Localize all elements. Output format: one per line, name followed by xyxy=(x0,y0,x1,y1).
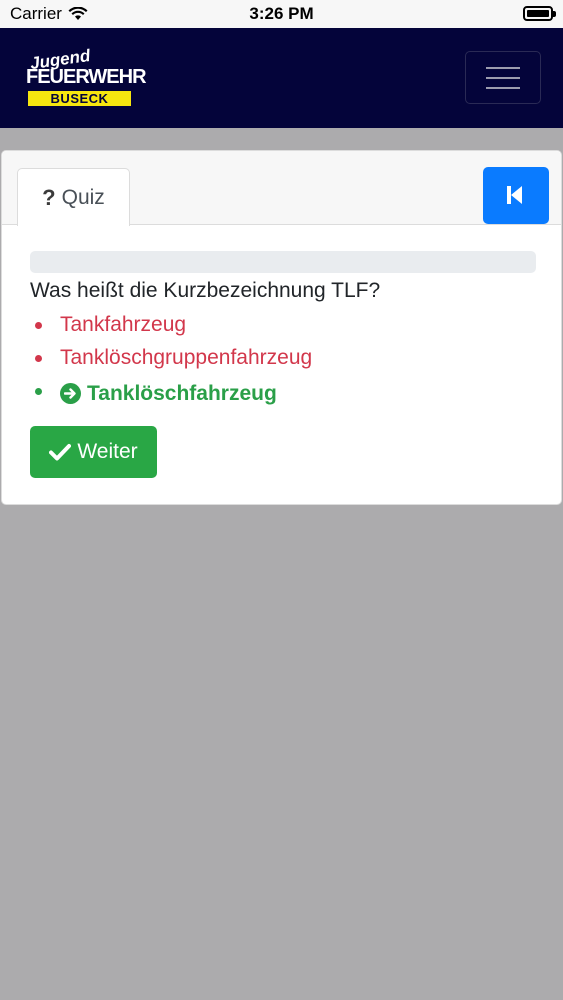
status-bar: Carrier 3:26 PM xyxy=(0,0,563,28)
hamburger-icon-bar xyxy=(486,87,520,89)
tab-quiz-label: Quiz xyxy=(61,185,105,209)
brand-logo[interactable]: Jugend FEUERWEHR BUSECK xyxy=(26,46,147,108)
clock: 3:26 PM xyxy=(249,4,314,23)
quiz-progress-bar xyxy=(30,251,536,273)
answer-option-wrong[interactable]: Tankfahrzeug xyxy=(34,311,312,344)
hamburger-icon-bar xyxy=(486,67,520,69)
menu-toggle-button[interactable] xyxy=(465,51,541,104)
arrow-right-circle-icon xyxy=(60,383,81,404)
next-button-label: Weiter xyxy=(77,440,138,463)
answer-option-wrong[interactable]: Tanklöschgruppenfahrzeug xyxy=(34,344,313,377)
quiz-card: ? Quiz Was heißt die Kurzbezeichnung TLF… xyxy=(1,150,562,505)
checkmark-icon xyxy=(49,444,72,461)
next-button[interactable]: Weiter xyxy=(30,426,157,478)
skip-back-button[interactable] xyxy=(483,167,549,224)
answer-label: Tankfahrzeug xyxy=(60,313,187,336)
tab-quiz[interactable]: ? Quiz xyxy=(17,168,130,226)
logo-line-feuerwehr: FEUERWEHR xyxy=(26,66,147,88)
answer-option-correct[interactable]: Tanklöschfahrzeug xyxy=(34,377,312,410)
answer-label: Tanklöschfahrzeug xyxy=(87,382,277,405)
answer-list: Tankfahrzeug Tanklöschgruppenfahrzeug Ta… xyxy=(34,311,313,410)
battery-icon xyxy=(523,6,556,21)
question-text: Was heißt die Kurzbezeichnung TLF? xyxy=(30,279,381,302)
skip-back-icon xyxy=(507,186,522,204)
card-header: ? Quiz xyxy=(2,151,561,226)
navbar: Jugend FEUERWEHR BUSECK xyxy=(0,28,563,128)
question-mark-icon: ? xyxy=(42,184,56,210)
logo-line-buseck: BUSECK xyxy=(28,91,131,106)
hamburger-icon-bar xyxy=(486,77,520,79)
answer-label: Tanklöschgruppenfahrzeug xyxy=(60,346,313,369)
